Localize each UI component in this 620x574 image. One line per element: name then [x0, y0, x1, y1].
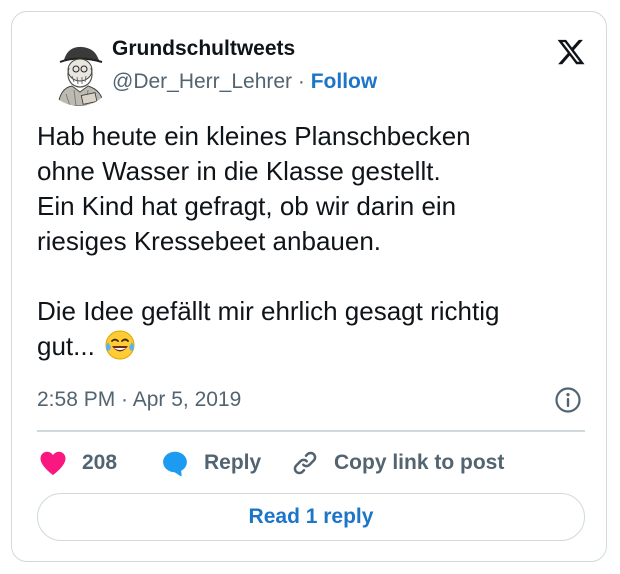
avatar-portrait-icon [45, 38, 113, 106]
tweet-body: Hab heute ein kleines Planschbecken ohne… [37, 121, 500, 361]
author-handle-row: @Der_Herr_Lehrer · Follow [112, 70, 377, 94]
author-handle[interactable]: @Der_Herr_Lehrer [112, 70, 292, 93]
author-display-name[interactable]: Grundschultweets [112, 37, 295, 61]
read-replies-button[interactable]: Read 1 reply [37, 493, 585, 541]
link-icon [293, 451, 317, 475]
divider [37, 430, 585, 432]
copy-link-button[interactable]: Copy link to post [290, 446, 504, 480]
follow-button[interactable]: Follow [311, 70, 378, 93]
tweet-timestamp[interactable]: 2:58 PM · Apr 5, 2019 [37, 388, 241, 412]
x-logo-icon[interactable] [555, 37, 587, 67]
heart-icon [40, 451, 66, 475]
avatar[interactable] [44, 38, 114, 106]
reply-button[interactable]: Reply [160, 446, 261, 480]
face-with-tears-of-joy-emoji-icon [104, 329, 136, 361]
info-icon[interactable] [554, 386, 582, 414]
reply-label: Reply [204, 451, 262, 474]
like-count: 208 [82, 451, 118, 474]
tweet-card: Grundschultweets @Der_Herr_Lehrer · Foll… [11, 11, 607, 562]
tweet-text: Hab heute ein kleines Planschbecken ohne… [37, 119, 592, 364]
copy-link-label: Copy link to post [334, 451, 505, 474]
reply-bubble-icon [163, 451, 187, 477]
like-button[interactable]: 208 [38, 446, 117, 480]
handle-separator: · [292, 70, 311, 93]
